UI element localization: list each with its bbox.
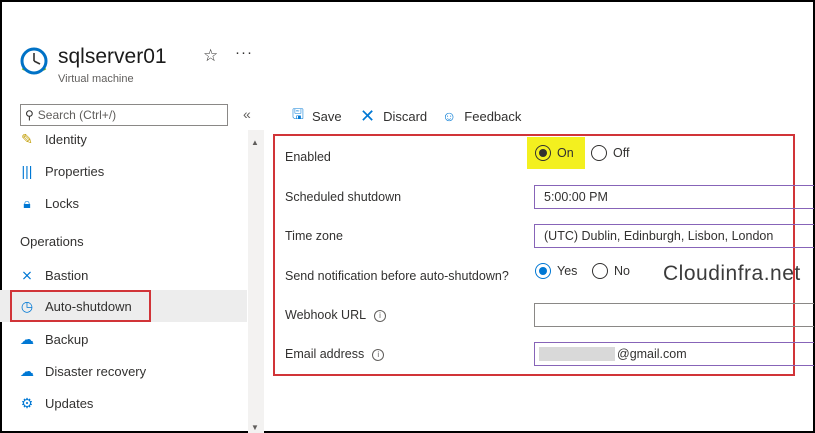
- cloud-icon: ☁: [20, 362, 34, 379]
- sidebar-item-disaster-recovery[interactable]: ☁ Disaster recovery: [0, 356, 247, 386]
- sidebar-item-label: Backup: [45, 331, 89, 347]
- feedback-icon: ☺: [442, 108, 457, 124]
- search-placeholder: Search (Ctrl+/): [37, 108, 117, 122]
- sidebar-item-label: Bastion: [45, 267, 89, 283]
- search-input[interactable]: ⚲ Search (Ctrl+/): [20, 104, 228, 126]
- sidebar-item-label: Identity: [45, 131, 87, 147]
- discard-button[interactable]: ✕ Discard: [360, 106, 427, 126]
- email-address-input[interactable]: @gmail.com: [534, 342, 814, 366]
- more-icon[interactable]: ···: [235, 44, 253, 61]
- search-icon: ⚲: [25, 108, 34, 122]
- sidebar-item-locks[interactable]: 🔒︎ Locks: [0, 188, 247, 218]
- info-icon[interactable]: i: [374, 309, 387, 322]
- annotation-box-settings: [273, 134, 795, 376]
- vm-clock-icon: [19, 46, 49, 83]
- radio-unchecked-icon: [592, 262, 608, 279]
- properties-icon: |||: [21, 163, 33, 179]
- time-zone-label: Time zone: [285, 229, 343, 243]
- save-label: Save: [311, 108, 342, 124]
- time-zone-select[interactable]: (UTC) Dublin, Edinburgh, Lisbon, London: [534, 224, 814, 248]
- scheduled-shutdown-input[interactable]: 5:00:00 PM: [534, 185, 814, 209]
- sidebar-item-label: Updates: [45, 395, 94, 411]
- sidebar-item-identity[interactable]: ✎ Identity: [0, 124, 247, 154]
- annotation-box-auto-shutdown: [10, 290, 151, 322]
- sidebar-item-updates[interactable]: ⚙ Updates: [0, 388, 247, 418]
- email-address-value: @gmail.com: [617, 347, 687, 361]
- enabled-on-radio[interactable]: On: [535, 144, 574, 162]
- gear-icon: ⚙: [20, 394, 34, 411]
- scroll-down-icon[interactable]: ▼: [251, 423, 259, 432]
- star-icon[interactable]: ☆: [203, 46, 218, 66]
- sidebar-item-properties[interactable]: ||| Properties: [0, 156, 247, 186]
- enabled-label: Enabled: [285, 150, 331, 164]
- radio-checked-icon: [535, 262, 551, 279]
- notify-no-radio[interactable]: No: [592, 262, 630, 280]
- enabled-off-radio[interactable]: Off: [591, 144, 629, 162]
- info-icon[interactable]: i: [372, 348, 385, 361]
- collapse-sidebar-button[interactable]: «: [243, 106, 251, 122]
- notification-label: Send notification before auto-shutdown?: [285, 269, 509, 283]
- scheduled-shutdown-label: Scheduled shutdown: [285, 190, 402, 204]
- scroll-up-icon[interactable]: ▲: [251, 138, 259, 147]
- enabled-off-label: Off: [613, 145, 630, 160]
- save-button[interactable]: 🖫 Save: [292, 106, 342, 126]
- notify-no-label: No: [614, 263, 630, 278]
- webhook-url-text: Webhook URL: [285, 308, 367, 322]
- lock-icon: 🔒︎: [23, 194, 31, 211]
- page-subtitle: Virtual machine: [58, 73, 134, 85]
- discard-label: Discard: [383, 108, 428, 124]
- feedback-button[interactable]: ☺ Feedback: [442, 106, 521, 126]
- sidebar-scrollbar[interactable]: [248, 130, 264, 433]
- sidebar-item-bastion[interactable]: ⨯ Bastion: [0, 260, 247, 290]
- notify-yes-radio[interactable]: Yes: [535, 262, 577, 280]
- radio-unchecked-icon: [591, 144, 607, 161]
- email-address-label: Email address i: [285, 347, 385, 361]
- webhook-url-label: Webhook URL i: [285, 308, 387, 322]
- bastion-icon: ⨯: [21, 266, 33, 283]
- sidebar-item-label: Disaster recovery: [45, 363, 147, 379]
- sidebar-item-label: Properties: [45, 163, 105, 179]
- identity-icon: ✎: [21, 130, 33, 147]
- watermark: Cloudinfra.net: [663, 262, 801, 285]
- enabled-on-label: On: [557, 145, 574, 160]
- sidebar-item-backup[interactable]: ☁ Backup: [0, 324, 247, 354]
- sidebar-item-label: Locks: [45, 195, 79, 211]
- feedback-label: Feedback: [464, 108, 522, 124]
- close-icon: ✕: [360, 105, 376, 126]
- webhook-url-input[interactable]: [534, 303, 814, 327]
- radio-checked-icon: [535, 144, 551, 161]
- cloud-icon: ☁: [20, 330, 34, 347]
- redacted-email-blur: [539, 347, 615, 361]
- save-icon: 🖫: [292, 106, 304, 122]
- notify-yes-label: Yes: [557, 263, 578, 278]
- page-title: sqlserver01: [58, 45, 167, 68]
- sidebar-section-operations: Operations: [20, 234, 84, 249]
- email-address-text: Email address: [285, 347, 365, 361]
